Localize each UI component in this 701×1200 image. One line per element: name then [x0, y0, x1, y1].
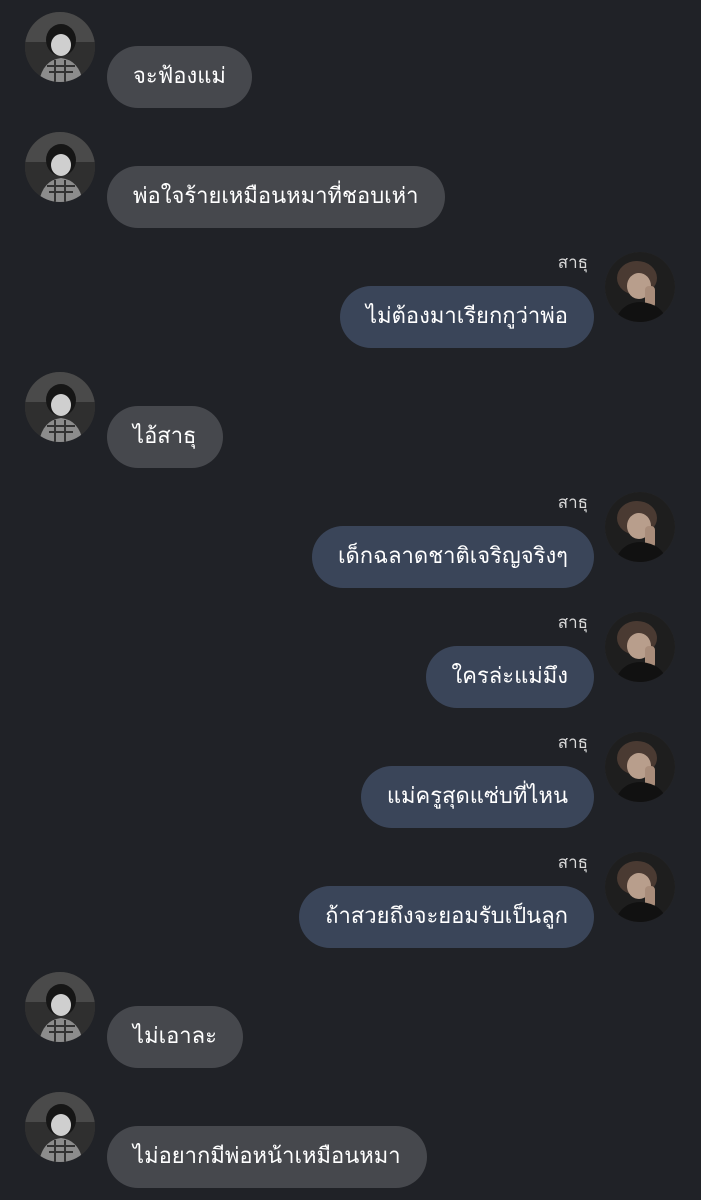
message-bubble[interactable]: พ่อใจร้ายเหมือนหมาที่ชอบเห่า	[107, 166, 445, 228]
message-outgoing: สาธุ เด็กฉลาดชาติเจริญจริงๆ	[0, 492, 701, 588]
message-bubble[interactable]: ไม่อยากมีพ่อหน้าเหมือนหมา	[107, 1126, 427, 1188]
child-photo-icon	[25, 972, 95, 1042]
person-photo-icon	[605, 732, 675, 802]
message-outgoing: สาธุ แม่ครูสุดแซ่บที่ไหน	[0, 732, 701, 828]
contact-avatar[interactable]	[25, 972, 95, 1042]
child-photo-icon	[25, 372, 95, 442]
sender-name: สาธุ	[557, 613, 588, 633]
sender-name: สาธุ	[557, 733, 588, 753]
contact-avatar[interactable]	[25, 12, 95, 82]
message-bubble[interactable]: ไม่ต้องมาเรียกกูว่าพ่อ	[340, 286, 594, 348]
message-incoming: ไม่เอาละ	[0, 972, 701, 1068]
message-incoming: ไม่อยากมีพ่อหน้าเหมือนหมา	[0, 1092, 701, 1188]
contact-avatar[interactable]	[25, 372, 95, 442]
message-incoming: พ่อใจร้ายเหมือนหมาที่ชอบเห่า	[0, 132, 701, 228]
sender-name: สาธุ	[557, 493, 588, 513]
message-bubble[interactable]: เด็กฉลาดชาติเจริญจริงๆ	[311, 526, 594, 588]
message-outgoing: สาธุ ไม่ต้องมาเรียกกูว่าพ่อ	[0, 252, 701, 348]
message-incoming: จะฟ้องแม่	[0, 12, 701, 108]
message-bubble[interactable]: แม่ครูสุดแซ่บที่ไหน	[360, 766, 594, 828]
user-avatar[interactable]	[605, 252, 675, 322]
sender-name: สาธุ	[557, 253, 588, 273]
user-avatar[interactable]	[605, 852, 675, 922]
contact-avatar[interactable]	[25, 1092, 95, 1162]
message-bubble[interactable]: ไม่เอาละ	[107, 1006, 243, 1068]
person-photo-icon	[605, 492, 675, 562]
person-photo-icon	[605, 852, 675, 922]
person-photo-icon	[605, 612, 675, 682]
message-outgoing: สาธุ ถ้าสวยถึงจะยอมรับเป็นลูก	[0, 852, 701, 948]
person-photo-icon	[605, 252, 675, 322]
message-outgoing: สาธุ ใครล่ะแม่มึง	[0, 612, 701, 708]
sender-name: สาธุ	[557, 853, 588, 873]
child-photo-icon	[25, 12, 95, 82]
message-incoming: ไอ้สาธุ	[0, 372, 701, 468]
user-avatar[interactable]	[605, 732, 675, 802]
message-bubble[interactable]: ถ้าสวยถึงจะยอมรับเป็นลูก	[299, 886, 594, 948]
contact-avatar[interactable]	[25, 132, 95, 202]
user-avatar[interactable]	[605, 492, 675, 562]
child-photo-icon	[25, 1092, 95, 1162]
child-photo-icon	[25, 132, 95, 202]
message-bubble[interactable]: ใครล่ะแม่มึง	[425, 646, 594, 708]
message-bubble[interactable]: จะฟ้องแม่	[107, 46, 252, 108]
message-bubble[interactable]: ไอ้สาธุ	[107, 406, 223, 468]
chat-thread: จะฟ้องแม่ พ่อใจร้ายเหมือนหมาที่ชอบเห่า ส…	[0, 0, 701, 1200]
user-avatar[interactable]	[605, 612, 675, 682]
